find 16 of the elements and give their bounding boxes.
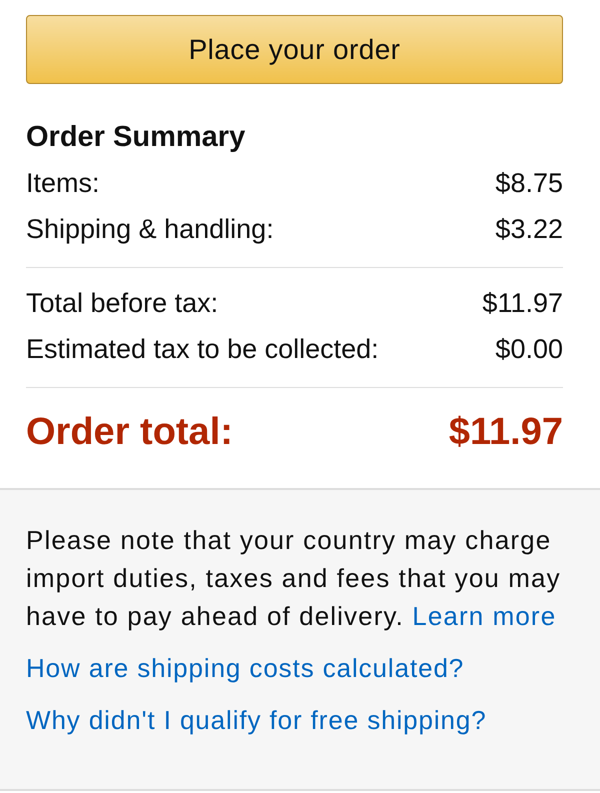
place-order-button[interactable]: Place your order bbox=[26, 15, 563, 84]
help-link[interactable]: How are shipping costs calculated? bbox=[26, 649, 464, 687]
summary-line-amount: $0.00 bbox=[495, 333, 563, 366]
summary-line-label: Total before tax: bbox=[26, 287, 218, 320]
summary-line-label: Items: bbox=[26, 167, 100, 200]
help-link[interactable]: Why didn't I qualify for free shipping? bbox=[26, 701, 487, 739]
import-duties-notice: Please note that your country may charge import duties, taxes and fees that you may have to pay ahead of delivery. Learn more bbox=[26, 524, 561, 633]
order-total-label: Order total: bbox=[26, 410, 233, 454]
order-summary-title: Order Summary bbox=[26, 122, 246, 152]
summary-line-amount: $3.22 bbox=[495, 213, 563, 246]
summary-line-amount: $8.75 bbox=[495, 167, 563, 200]
learn-more-link[interactable]: Learn more bbox=[412, 601, 556, 631]
order-total-amount: $11.97 bbox=[448, 410, 563, 454]
summary-line-label: Shipping & handling: bbox=[26, 213, 274, 246]
summary-line-amount: $11.97 bbox=[482, 287, 563, 320]
summary-line-label: Estimated tax to be collected: bbox=[26, 333, 379, 366]
